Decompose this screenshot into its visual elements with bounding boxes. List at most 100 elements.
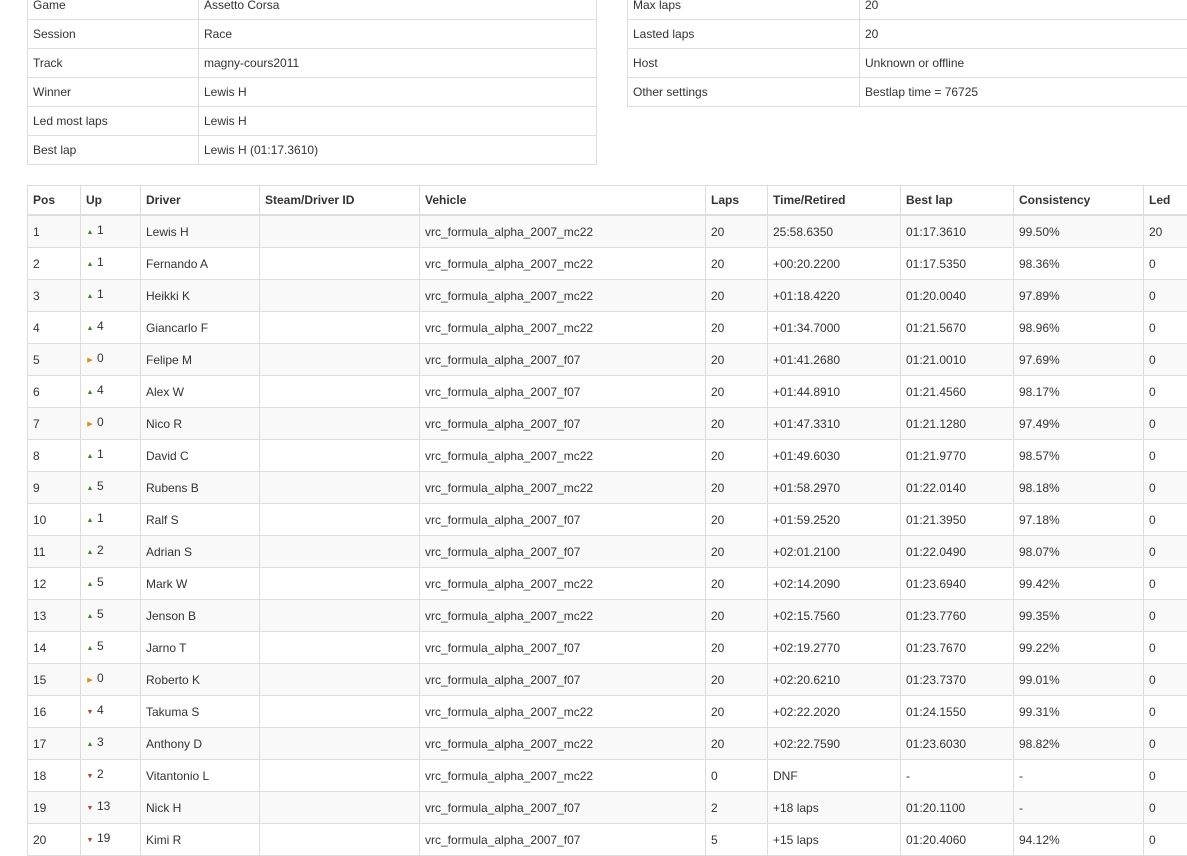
info-value: 20 — [860, 20, 1187, 49]
cell-consistency: 98.36% — [1014, 248, 1144, 280]
cell-laps: 20 — [706, 408, 768, 440]
cell-pos: 11 — [28, 536, 81, 568]
cell-laps: 20 — [706, 696, 768, 728]
cell-laps: 5 — [706, 824, 768, 856]
cell-pos: 13 — [28, 600, 81, 632]
cell-up: ▲5 — [81, 472, 141, 504]
cell-up: ▼19 — [81, 824, 141, 856]
cell-time: +02:14.2090 — [768, 568, 901, 600]
column-header-driver-id[interactable]: Steam/Driver ID — [260, 186, 420, 216]
arrow-up-icon: ▲ — [86, 731, 94, 759]
cell-driver-id — [260, 536, 420, 568]
table-row: 2▲1Fernando Avrc_formula_alpha_2007_mc22… — [28, 248, 1187, 280]
server-info-row: Other settingsBestlap time = 76725 — [628, 78, 1187, 107]
results-header-row: PosUpDriverSteam/Driver IDVehicleLapsTim… — [28, 186, 1187, 216]
cell-consistency: 99.22% — [1014, 632, 1144, 664]
column-header-led[interactable]: Led — [1144, 186, 1187, 216]
cell-vehicle: vrc_formula_alpha_2007_mc22 — [420, 568, 706, 600]
position-change-value: 1 — [97, 223, 104, 237]
arrow-right-icon: ▶ — [86, 411, 94, 439]
table-row: 18▼2Vitantonio Lvrc_formula_alpha_2007_m… — [28, 760, 1187, 792]
cell-laps: 20 — [706, 215, 768, 248]
cell-time: +15 laps — [768, 824, 901, 856]
table-row: 17▲3Anthony Dvrc_formula_alpha_2007_mc22… — [28, 728, 1187, 760]
cell-time: 25:58.6350 — [768, 215, 901, 248]
cell-pos: 17 — [28, 728, 81, 760]
cell-best-lap: 01:21.1280 — [901, 408, 1014, 440]
info-label: Session — [28, 20, 199, 49]
cell-led: 0 — [1144, 600, 1187, 632]
column-header-up[interactable]: Up — [81, 186, 141, 216]
cell-vehicle: vrc_formula_alpha_2007_mc22 — [420, 728, 706, 760]
session-info-table-right: Max laps20Lasted laps20HostUnknown or of… — [627, 0, 1187, 107]
column-header-best-lap[interactable]: Best lap — [901, 186, 1014, 216]
cell-pos: 9 — [28, 472, 81, 504]
cell-best-lap: 01:17.3610 — [901, 215, 1014, 248]
cell-laps: 20 — [706, 248, 768, 280]
cell-driver-id — [260, 376, 420, 408]
cell-driver-id — [260, 824, 420, 856]
cell-best-lap: 01:21.5670 — [901, 312, 1014, 344]
table-row: 19▼13Nick Hvrc_formula_alpha_2007_f072+1… — [28, 792, 1187, 824]
arrow-up-icon: ▲ — [86, 539, 94, 567]
cell-best-lap: 01:21.3950 — [901, 504, 1014, 536]
cell-time: +01:49.6030 — [768, 440, 901, 472]
cell-vehicle: vrc_formula_alpha_2007_f07 — [420, 408, 706, 440]
arrow-down-icon: ▼ — [86, 827, 94, 855]
cell-driver-id — [260, 568, 420, 600]
info-value: Lewis H (01:17.3610) — [199, 136, 597, 165]
cell-up: ▶0 — [81, 408, 141, 440]
position-change-value: 0 — [97, 351, 104, 365]
position-change-value: 13 — [97, 799, 110, 813]
info-value: Bestlap time = 76725 — [860, 78, 1187, 107]
position-change-value: 5 — [97, 575, 104, 589]
table-row: 1▲1Lewis Hvrc_formula_alpha_2007_mc22202… — [28, 215, 1187, 248]
table-row: 15▶0Roberto Kvrc_formula_alpha_2007_f072… — [28, 664, 1187, 696]
position-change-value: 0 — [97, 415, 104, 429]
position-change-value: 1 — [97, 287, 104, 301]
cell-led: 0 — [1144, 760, 1187, 792]
table-row: 8▲1David Cvrc_formula_alpha_2007_mc2220+… — [28, 440, 1187, 472]
column-header-consistency[interactable]: Consistency — [1014, 186, 1144, 216]
cell-consistency: 98.07% — [1014, 536, 1144, 568]
cell-best-lap: 01:20.0040 — [901, 280, 1014, 312]
cell-vehicle: vrc_formula_alpha_2007_f07 — [420, 792, 706, 824]
position-change-value: 4 — [97, 383, 104, 397]
cell-time: +02:22.2020 — [768, 696, 901, 728]
info-label: Track — [28, 49, 199, 78]
cell-driver: David C — [141, 440, 260, 472]
cell-best-lap: 01:20.4060 — [901, 824, 1014, 856]
cell-driver-id — [260, 248, 420, 280]
cell-driver: Giancarlo F — [141, 312, 260, 344]
cell-led: 0 — [1144, 664, 1187, 696]
cell-led: 0 — [1144, 280, 1187, 312]
cell-best-lap: 01:23.7370 — [901, 664, 1014, 696]
cell-up: ▲4 — [81, 376, 141, 408]
arrow-up-icon: ▲ — [86, 571, 94, 599]
position-change-value: 5 — [97, 479, 104, 493]
cell-laps: 20 — [706, 376, 768, 408]
column-header-laps[interactable]: Laps — [706, 186, 768, 216]
server-info-row: Max laps20 — [628, 0, 1187, 20]
cell-up: ▲5 — [81, 600, 141, 632]
column-header-driver[interactable]: Driver — [141, 186, 260, 216]
cell-led: 0 — [1144, 728, 1187, 760]
info-value: Unknown or offline — [860, 49, 1187, 78]
arrow-down-icon: ▼ — [86, 699, 94, 727]
position-change-value: 2 — [97, 767, 104, 781]
column-header-pos[interactable]: Pos — [28, 186, 81, 216]
cell-driver-id — [260, 600, 420, 632]
cell-driver: Felipe M — [141, 344, 260, 376]
cell-vehicle: vrc_formula_alpha_2007_f07 — [420, 504, 706, 536]
cell-led: 0 — [1144, 312, 1187, 344]
cell-consistency: 97.69% — [1014, 344, 1144, 376]
table-row: 13▲5Jenson Bvrc_formula_alpha_2007_mc222… — [28, 600, 1187, 632]
cell-driver: Mark W — [141, 568, 260, 600]
arrow-right-icon: ▶ — [86, 667, 94, 695]
column-header-time[interactable]: Time/Retired — [768, 186, 901, 216]
cell-laps: 2 — [706, 792, 768, 824]
arrow-up-icon: ▲ — [86, 379, 94, 407]
cell-driver-id — [260, 504, 420, 536]
column-header-vehicle[interactable]: Vehicle — [420, 186, 706, 216]
cell-laps: 20 — [706, 312, 768, 344]
